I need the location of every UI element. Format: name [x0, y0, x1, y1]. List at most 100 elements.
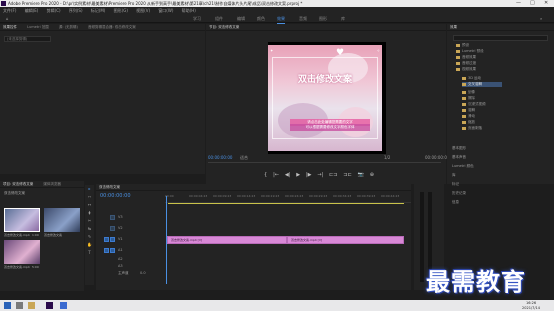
timeline-clip[interactable]: 双击修改文案.mp4 [V] — [287, 236, 404, 244]
menu-view[interactable]: 视图(V) — [136, 8, 150, 13]
v2-target-button[interactable] — [110, 226, 115, 231]
program-scrub-bar[interactable] — [208, 162, 441, 165]
effects-item-selected[interactable]: 交叉溶解 — [462, 82, 502, 87]
menu-sequence[interactable]: 序列(S) — [69, 8, 83, 13]
resolution-select[interactable]: 1/2 — [384, 155, 390, 160]
play-button[interactable]: ▶ — [296, 172, 300, 180]
slip-tool-icon[interactable]: ↹ — [85, 225, 94, 233]
project-filter[interactable]: 双击修改文案 — [4, 191, 25, 196]
panel-essential-sound[interactable]: 基本声音 — [452, 155, 466, 160]
workspace-assembly[interactable]: 组件 — [215, 14, 223, 23]
track-v2[interactable]: V2 — [118, 226, 123, 230]
tab-source[interactable]: 源: (无剪辑) — [59, 25, 78, 29]
file-explorer-icon[interactable] — [28, 302, 35, 309]
mark-in-button[interactable]: { — [264, 172, 267, 180]
start-menu-icon[interactable] — [4, 302, 11, 309]
zoom-fit-select[interactable]: 适合 — [240, 155, 248, 161]
menu-help[interactable]: 帮助(H) — [182, 8, 196, 13]
extract-button[interactable]: ⊐⊏ — [343, 172, 351, 180]
step-forward-button[interactable]: |▶ — [306, 172, 312, 180]
project-thumbnail[interactable] — [4, 208, 40, 232]
browser-taskbar-icon[interactable] — [60, 302, 67, 309]
pen-tool-icon[interactable]: ✎ — [85, 233, 94, 241]
effects-item[interactable]: 溶解 — [462, 108, 475, 113]
menu-file[interactable]: 文件(F) — [3, 8, 16, 13]
workspace-effects[interactable]: 效果 — [277, 14, 285, 24]
menu-edit[interactable]: 编辑(E) — [25, 8, 39, 13]
video-preview[interactable]: ♥ ✦ ✧ — [268, 45, 382, 151]
track-v1[interactable]: V1 — [118, 237, 123, 241]
tab-effect-controls[interactable]: 效果控件 — [3, 25, 17, 29]
v1-target-button[interactable] — [110, 237, 115, 242]
track-a1[interactable]: A1 — [118, 248, 123, 252]
go-to-out-button[interactable]: →| — [317, 172, 323, 180]
effects-item[interactable]: 页面剥落 — [462, 126, 482, 131]
tab-effects[interactable]: 效果 — [450, 25, 457, 29]
ripple-edit-tool-icon[interactable]: ↔ — [85, 201, 94, 209]
a1-target-button[interactable] — [110, 248, 115, 253]
taskbar-clock[interactable]: 16:26 2021/7/14 — [522, 301, 540, 310]
search-icon[interactable]: ⌕ — [540, 16, 542, 21]
track-a2[interactable]: A2 — [118, 257, 123, 261]
workspace-libraries[interactable]: 库 — [341, 14, 345, 23]
effects-item[interactable]: 滑动 — [462, 114, 475, 119]
workspace-learn[interactable]: 学习 — [193, 14, 201, 23]
rate-stretch-tool-icon[interactable]: ⧫ — [85, 209, 94, 217]
menu-window[interactable]: 窗口(W) — [158, 8, 173, 13]
effects-search-input[interactable] — [453, 35, 548, 41]
timeline-timecode[interactable]: 00:00:00:00 — [100, 193, 131, 199]
tab-sequence[interactable]: 双击修改文案 — [99, 185, 120, 189]
step-back-button[interactable]: ◀| — [285, 172, 291, 180]
workspace-graphics[interactable]: 图形 — [319, 14, 327, 23]
effects-item[interactable]: 缩放 — [462, 120, 475, 125]
go-to-in-button[interactable]: |← — [273, 172, 279, 180]
lift-button[interactable]: ⊏⊐ — [329, 172, 337, 180]
panel-libraries[interactable]: 库 — [452, 173, 456, 178]
program-timecode[interactable]: 00:00:00:00 — [208, 155, 232, 160]
panel-lumetri-color[interactable]: Lumetri 颜色 — [452, 164, 474, 169]
panel-info[interactable]: 信息 — [452, 200, 459, 205]
type-tool-icon[interactable]: T — [85, 249, 94, 257]
home-icon[interactable]: ⌂ — [6, 16, 9, 21]
effects-item[interactable]: 沉浸式视频 — [462, 102, 486, 107]
tab-lumetri-scopes[interactable]: Lumetri 范围 — [27, 25, 49, 29]
close-button[interactable]: ✕ — [544, 0, 548, 7]
menu-graphics[interactable]: 图形(G) — [114, 8, 128, 13]
tab-audio-clip-mixer[interactable]: 音频剪辑混合器: 双击修改文案 — [88, 25, 136, 29]
premiere-taskbar-icon[interactable] — [46, 302, 53, 309]
track-v3[interactable]: V3 — [118, 215, 123, 219]
v1-source-patch-button[interactable] — [104, 237, 109, 242]
menu-clip[interactable]: 剪辑(C) — [47, 8, 61, 13]
effects-item[interactable]: 3D 运动 — [462, 76, 481, 81]
effects-item[interactable]: 音频效果 — [456, 55, 476, 60]
work-area-bar[interactable] — [168, 203, 404, 204]
export-frame-button[interactable]: 📷 — [358, 172, 364, 180]
a1-source-patch-button[interactable] — [104, 248, 109, 253]
razor-tool-icon[interactable]: ✂ — [85, 217, 94, 225]
search-taskbar-icon[interactable] — [16, 302, 23, 309]
tab-program[interactable]: 节目: 双击修改文案 — [209, 25, 239, 29]
track-a3[interactable]: A3 — [118, 264, 123, 268]
track-select-tool-icon[interactable]: ⇿ — [85, 193, 94, 201]
workspace-editing[interactable]: 编辑 — [237, 14, 245, 23]
workspace-audio[interactable]: 音频 — [299, 14, 307, 23]
timeline-clip[interactable]: 双击修改文案.mp4 [V] — [167, 236, 287, 244]
project-thumbnail[interactable] — [4, 240, 40, 264]
add-button[interactable]: ⊕ — [370, 172, 374, 180]
panel-markers[interactable]: 标记 — [452, 182, 459, 187]
caption-main-text[interactable]: 双击修改文案 — [268, 72, 382, 85]
effects-item[interactable]: 预设 — [456, 43, 469, 48]
timeline-ruler[interactable]: 00:00 00:00:04:23 00:00:09:23 00:00:14:2… — [165, 194, 411, 203]
caption-sub-text-2[interactable]: 可以根据需要修改文字颜色字体 — [290, 124, 370, 131]
minimize-button[interactable]: — — [516, 0, 521, 7]
panel-history[interactable]: 历史记录 — [452, 191, 466, 196]
effects-item[interactable]: 音频过渡 — [456, 61, 476, 66]
master-volume-value[interactable]: 0.0 — [140, 271, 146, 275]
tab-media-browser[interactable]: 媒体浏览器 — [43, 182, 61, 186]
effects-item[interactable]: Lumetri 预设 — [456, 49, 484, 54]
maximize-button[interactable]: □ — [530, 0, 535, 7]
tab-project[interactable]: 项目: 双击修改文案 — [3, 182, 33, 186]
project-thumbnail[interactable] — [44, 208, 80, 232]
hand-tool-icon[interactable]: ✋ — [85, 241, 94, 249]
panel-essential-graphics[interactable]: 基本图形 — [452, 146, 466, 151]
